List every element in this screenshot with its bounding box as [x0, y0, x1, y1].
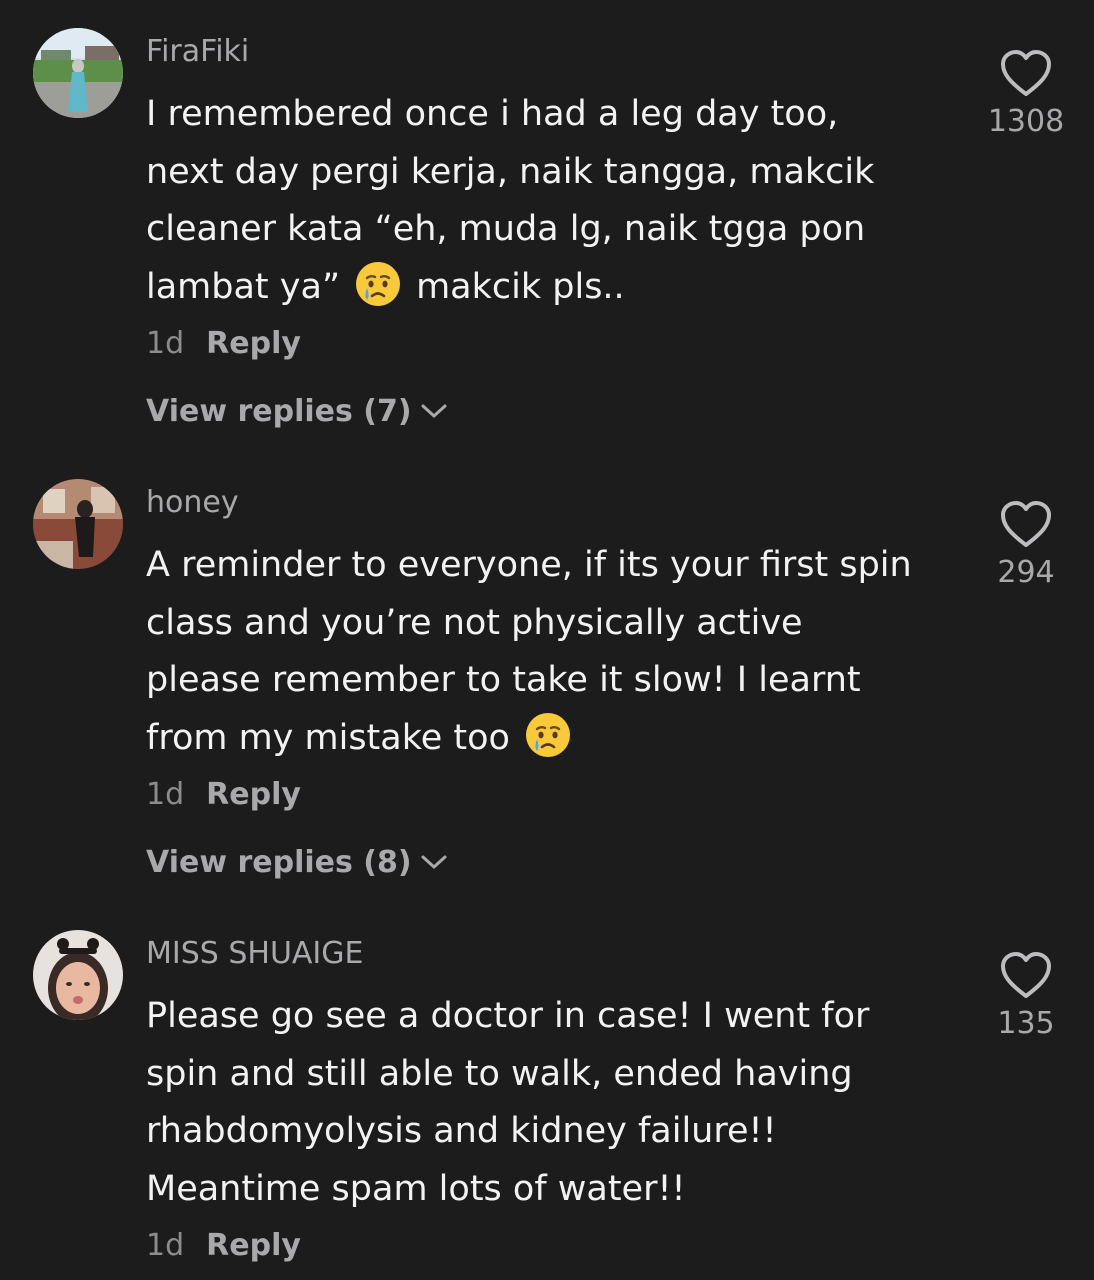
comment-text-line: lambat ya” makcik pls..	[146, 259, 966, 317]
comment-timestamp: 1d	[146, 1228, 185, 1263]
comment-text-segment: lambat ya”	[146, 266, 341, 307]
comment-text-line: I remembered once i had a leg day too,	[146, 94, 839, 134]
comment-text-line: Meantime spam lots of water!!	[146, 1168, 686, 1209]
comment-meta: 1d Reply	[146, 1226, 301, 1266]
avatar-image	[33, 479, 123, 569]
comment-username[interactable]: FiraFiki	[146, 32, 249, 72]
comment-timestamp: 1d	[146, 326, 185, 361]
avatar[interactable]	[33, 930, 123, 1020]
comment-username[interactable]: honey	[146, 483, 239, 523]
view-replies-button[interactable]: View replies (7)	[146, 392, 448, 432]
like-group: 135	[980, 952, 1072, 1044]
like-group: 294	[980, 501, 1072, 593]
comment-username[interactable]: MISS SHUAIGE	[146, 934, 364, 974]
comment-text-line: from my mistake too	[146, 710, 966, 768]
comment-text: Please go see a doctor in case! I went f…	[146, 988, 966, 1218]
avatar-image	[33, 28, 123, 118]
comment-text-line: class and you’re not physically active	[146, 602, 803, 643]
comment-item: honey A reminder to everyone, if its you…	[0, 479, 1094, 889]
avatar[interactable]	[33, 479, 123, 569]
comment-text-segment: from my mistake too	[146, 717, 510, 758]
heart-icon[interactable]	[1000, 501, 1052, 549]
reply-button[interactable]: Reply	[206, 326, 301, 361]
chevron-down-icon	[421, 404, 447, 417]
comment-text: I remembered once i had a leg day too, n…	[146, 86, 966, 316]
view-replies-button[interactable]: View replies (8)	[146, 843, 448, 883]
view-replies-label: View replies (8)	[146, 845, 412, 880]
comment-text-line: A reminder to everyone, if its your firs…	[146, 545, 912, 585]
comment-item: FiraFiki I remembered once i had a leg d…	[0, 28, 1094, 438]
reply-button[interactable]: Reply	[206, 777, 301, 812]
heart-icon[interactable]	[1000, 952, 1052, 1000]
comment-text-line: please remember to take it slow! I learn…	[146, 660, 861, 700]
crying-face-emoji-icon	[356, 261, 401, 306]
avatar-image	[33, 930, 123, 1020]
like-group: 1308	[980, 50, 1072, 142]
like-count: 294	[997, 555, 1055, 590]
comment-text-line: Please go see a doctor in case! I went f…	[146, 996, 870, 1036]
comment-text-line: rhabdomyolysis and kidney failure!!	[146, 1111, 777, 1151]
comment-text-segment: makcik pls..	[416, 266, 625, 307]
comment-text-line: cleaner kata “eh, muda lg, naik tgga pon	[146, 209, 866, 249]
comment-text-line: next day pergi kerja, naik tangga, makci…	[146, 151, 875, 192]
like-count: 1308	[987, 104, 1065, 139]
comment-meta: 1d Reply	[146, 775, 301, 815]
reply-button[interactable]: Reply	[206, 1228, 301, 1263]
comment-text: A reminder to everyone, if its your firs…	[146, 537, 966, 767]
crying-face-emoji-icon	[525, 712, 570, 757]
comment-item: MISS SHUAIGE Please go see a doctor in c…	[0, 930, 1094, 1280]
view-replies-label: View replies (7)	[146, 394, 412, 429]
comment-meta: 1d Reply	[146, 324, 301, 364]
like-count: 135	[997, 1006, 1055, 1041]
comment-text-line: spin and still able to walk, ended havin…	[146, 1053, 853, 1094]
comment-timestamp: 1d	[146, 777, 185, 812]
heart-icon[interactable]	[1000, 50, 1052, 98]
chevron-down-icon	[421, 855, 447, 868]
avatar[interactable]	[33, 28, 123, 118]
